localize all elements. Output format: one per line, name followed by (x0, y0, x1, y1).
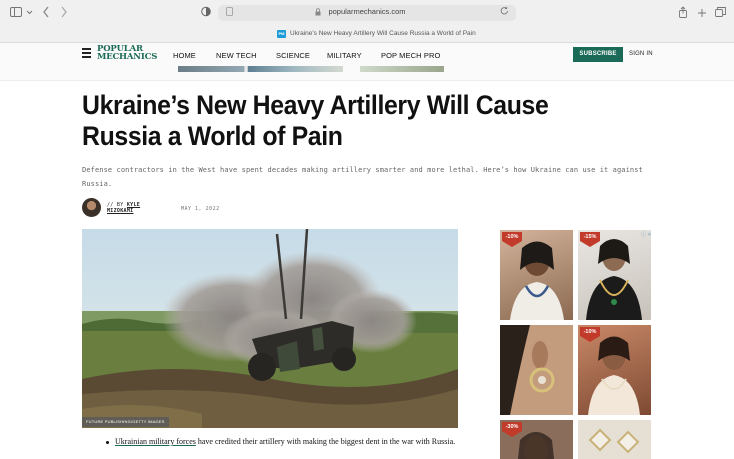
sidebar-icon[interactable] (9, 6, 23, 20)
favicon-icon: PM (277, 30, 286, 38)
bullet-dot (106, 441, 109, 444)
bullet-link[interactable]: Ukrainian military forces (115, 437, 196, 446)
subscribe-button[interactable]: SUBSCRIBE (573, 47, 623, 62)
ad-tile[interactable]: -30% (500, 420, 573, 459)
bullet-text: have credited their artillery with makin… (195, 437, 456, 446)
author-avatar[interactable] (82, 198, 101, 217)
ad-tile[interactable]: -10% (500, 230, 573, 320)
byline: // BY KYLE MIZOKAMI (107, 202, 140, 214)
menu-icon[interactable] (82, 48, 91, 60)
ad-tile[interactable] (578, 420, 651, 459)
banner-ad-strip-2[interactable] (360, 66, 444, 72)
article-headline: Ukraine’s New Heavy Artillery Will Cause… (82, 90, 549, 151)
chevron-left-icon[interactable] (41, 6, 51, 20)
publish-date: MAY 1, 2022 (181, 206, 220, 212)
ad-tile[interactable]: -15% (578, 230, 651, 320)
browser-toolbar: popularmechanics.com (0, 0, 734, 26)
ad-tile[interactable] (500, 325, 573, 415)
logo-line-2: MECHANICS (97, 51, 158, 62)
image-credit: FUTURE PUBLISHING/GETTY IMAGES (82, 417, 169, 427)
url-text: popularmechanics.com (328, 7, 406, 16)
nav-home[interactable]: HOME (173, 51, 196, 60)
shield-icon[interactable] (200, 6, 212, 20)
tab-bar: ✓ PM Ukraine's New Heavy Artillery Will … (0, 26, 734, 66)
reload-icon[interactable] (500, 6, 509, 18)
nav-new-tech[interactable]: NEW TECH (216, 51, 257, 60)
chevron-down-icon[interactable] (25, 6, 33, 20)
site-logo[interactable]: POPULAR MECHANICS (97, 45, 159, 62)
nav-pop-mech-pro[interactable]: POP MECH PRO (381, 51, 440, 60)
sign-in-link[interactable]: SIGN IN (629, 51, 653, 57)
author-last-name[interactable]: MIZOKAMI (107, 208, 133, 214)
tabs-icon[interactable] (714, 6, 726, 20)
ad-tile[interactable]: -10% (578, 325, 651, 415)
tab-title[interactable]: Ukraine's New Heavy Artillery Will Cause… (290, 30, 476, 37)
share-icon[interactable] (677, 6, 689, 20)
banner-ad-strip[interactable] (178, 66, 343, 72)
article-dek: Defense contractors in the West have spe… (82, 166, 643, 188)
sidebar-ad[interactable]: -10% -15% -10% -30% (500, 230, 652, 459)
plus-icon[interactable] (696, 6, 708, 20)
nav-science[interactable]: SCIENCE (276, 51, 310, 60)
hero-image-artillery[interactable] (82, 229, 458, 428)
chevron-right-icon[interactable] (59, 6, 69, 20)
nav-military[interactable]: MILITARY (327, 51, 362, 60)
adchoices-icon[interactable]: ⓘ ✕ (641, 231, 652, 238)
browser-chrome: popularmechanics.com ✓ PM Ukraine's New … (0, 0, 734, 66)
address-bar[interactable]: popularmechanics.com (218, 5, 516, 21)
article-bullet: Ukrainian military forces have credited … (115, 436, 460, 447)
